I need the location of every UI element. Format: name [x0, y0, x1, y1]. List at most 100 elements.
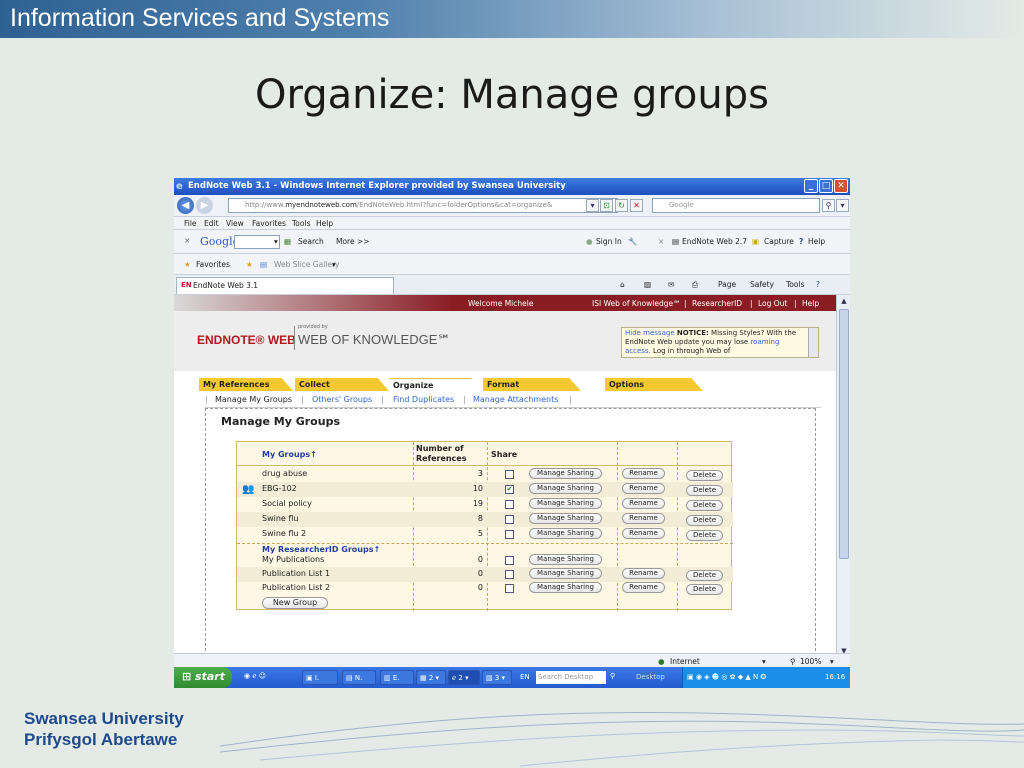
sign-in-link[interactable]: Sign In — [596, 237, 622, 246]
protected-mode-icon[interactable]: ▾ — [762, 657, 766, 666]
rename-button[interactable]: Rename — [622, 468, 665, 479]
rename-button[interactable]: Rename — [622, 483, 665, 494]
delete-button[interactable]: Delete — [686, 570, 723, 581]
stop-icon[interactable]: ✕ — [630, 199, 643, 212]
search-input[interactable]: Google — [652, 198, 820, 213]
zoom-dropdown-icon[interactable]: ▾ — [830, 657, 834, 666]
delete-button[interactable]: Delete — [686, 584, 723, 595]
dropdown-icon[interactable]: ▾ — [332, 260, 336, 269]
manage-sharing-button[interactable]: Manage Sharing — [529, 528, 602, 539]
dropdown-icon[interactable]: ▾ — [586, 199, 599, 212]
close-toolbar2-icon[interactable]: × — [658, 237, 664, 246]
menu-tools[interactable]: Tools — [292, 219, 310, 228]
subtab-manage-attachments[interactable]: Manage Attachments — [473, 395, 558, 404]
delete-button[interactable]: Delete — [686, 500, 723, 511]
logout-link[interactable]: Log Out — [758, 299, 787, 308]
manage-sharing-button[interactable]: Manage Sharing — [529, 554, 602, 565]
start-button[interactable]: ⊞ start — [174, 667, 232, 688]
tab-options[interactable]: Options — [605, 378, 703, 391]
tab-organize[interactable]: Organize — [389, 378, 483, 391]
menu-view[interactable]: View — [226, 219, 244, 228]
subtab-others-groups[interactable]: Others' Groups — [312, 395, 372, 404]
scroll-thumb[interactable] — [839, 309, 849, 559]
share-checkbox[interactable] — [505, 470, 514, 479]
add-favorite-icon[interactable]: ★ — [246, 260, 253, 269]
desktop-toolbar[interactable]: Desktop — [636, 673, 665, 681]
rename-button[interactable]: Rename — [622, 568, 665, 579]
page-menu[interactable]: Page — [718, 280, 736, 289]
maximize-button[interactable]: □ — [819, 179, 833, 193]
manage-sharing-button[interactable]: Manage Sharing — [529, 483, 602, 494]
tray-icons[interactable]: ▣ ◉ ◈ ☻ ◎ ✿ ◆ ▲ N ✪ — [687, 673, 766, 681]
rename-button[interactable]: Rename — [622, 513, 665, 524]
menu-help[interactable]: Help — [316, 219, 333, 228]
share-checkbox-checked[interactable]: ✔ — [505, 485, 514, 494]
menu-edit[interactable]: Edit — [204, 219, 219, 228]
language-indicator[interactable]: EN — [520, 673, 530, 681]
rename-button[interactable]: Rename — [622, 582, 665, 593]
zoom-level[interactable]: 100% — [800, 657, 821, 666]
page-scrollbar[interactable]: ▲ ▼ — [836, 295, 850, 660]
new-group-button[interactable]: New Group — [262, 597, 328, 609]
delete-button[interactable]: Delete — [686, 485, 723, 496]
share-checkbox[interactable] — [505, 584, 514, 593]
menu-file[interactable]: File — [184, 219, 197, 228]
manage-sharing-button[interactable]: Manage Sharing — [529, 582, 602, 593]
share-checkbox[interactable] — [505, 530, 514, 539]
isi-link[interactable]: ISI Web of Knowledge℠ — [592, 299, 681, 308]
google-more-button[interactable]: More >> — [336, 237, 370, 246]
taskbar-item-active[interactable]: ℯ 2 ▾ — [448, 670, 480, 685]
capture-button[interactable]: Capture — [764, 237, 794, 246]
tab-collect[interactable]: Collect — [295, 378, 389, 391]
taskbar-item[interactable]: ▧ 3 ▾ — [482, 670, 512, 685]
compat-icon[interactable]: ⊡ — [600, 199, 613, 212]
browser-tab[interactable]: EN EndNote Web 3.1 — [176, 277, 394, 294]
close-button[interactable]: ✕ — [834, 179, 848, 193]
endnote-web-link[interactable]: EndNote Web 2.7 — [682, 237, 747, 246]
taskbar-item[interactable]: ▥ E. — [380, 670, 414, 685]
researcherid-link[interactable]: ResearcherID — [692, 299, 742, 308]
tools-menu[interactable]: Tools — [786, 280, 804, 289]
home-icon[interactable]: ⌂ — [620, 280, 625, 289]
url-field[interactable]: http://www.myendnoteweb.com/EndNoteWeb.h… — [228, 198, 618, 213]
desktop-search-input[interactable]: Search Desktop — [536, 671, 606, 684]
manage-sharing-button[interactable]: Manage Sharing — [529, 568, 602, 579]
print-icon[interactable]: ⎙ — [692, 280, 698, 290]
web-slice-gallery-link[interactable]: Web Slice Gallery — [274, 260, 340, 269]
desktop-search-icon[interactable]: ⚲ — [610, 672, 615, 680]
subtab-manage-my-groups[interactable]: Manage My Groups — [215, 395, 292, 404]
close-toolbar-icon[interactable]: × — [184, 236, 190, 245]
subtab-find-duplicates[interactable]: Find Duplicates — [393, 395, 454, 404]
tab-my-references[interactable]: My References — [199, 378, 293, 391]
mail-icon[interactable]: ✉ — [668, 280, 674, 289]
scroll-up-icon[interactable]: ▲ — [839, 297, 849, 307]
forward-icon[interactable]: ▶ — [196, 197, 213, 214]
hide-message-link[interactable]: Hide message — [625, 329, 675, 337]
delete-button[interactable]: Delete — [686, 530, 723, 541]
taskbar-item[interactable]: ▣ I. — [302, 670, 338, 685]
rename-button[interactable]: Rename — [622, 528, 665, 539]
tab-format[interactable]: Format — [483, 378, 581, 391]
share-checkbox[interactable] — [505, 556, 514, 565]
safety-menu[interactable]: Safety — [750, 280, 774, 289]
delete-button[interactable]: Delete — [686, 470, 723, 481]
search-icon[interactable]: ⚲ — [822, 199, 835, 212]
help-button[interactable]: Help — [808, 237, 825, 246]
feeds-icon[interactable]: ▨ — [644, 280, 651, 289]
google-search-button[interactable]: Search — [298, 237, 324, 246]
manage-sharing-button[interactable]: Manage Sharing — [529, 513, 602, 524]
rename-button[interactable]: Rename — [622, 498, 665, 509]
wrench-icon[interactable]: 🔧 — [628, 237, 637, 246]
search-options-icon[interactable]: ▾ — [836, 199, 849, 212]
help-menu-icon[interactable]: ? — [816, 280, 820, 289]
back-icon[interactable]: ◀ — [177, 197, 194, 214]
col-my-groups[interactable]: My Groups↑ — [262, 450, 317, 459]
manage-sharing-button[interactable]: Manage Sharing — [529, 468, 602, 479]
favorites-button[interactable]: Favorites — [196, 260, 230, 269]
taskbar-item[interactable]: ▤ N. — [342, 670, 376, 685]
share-checkbox[interactable] — [505, 500, 514, 509]
help-link[interactable]: Help — [802, 299, 819, 308]
refresh-icon[interactable]: ↻ — [615, 199, 628, 212]
menu-favorites[interactable]: Favorites — [252, 219, 286, 228]
share-checkbox[interactable] — [505, 515, 514, 524]
